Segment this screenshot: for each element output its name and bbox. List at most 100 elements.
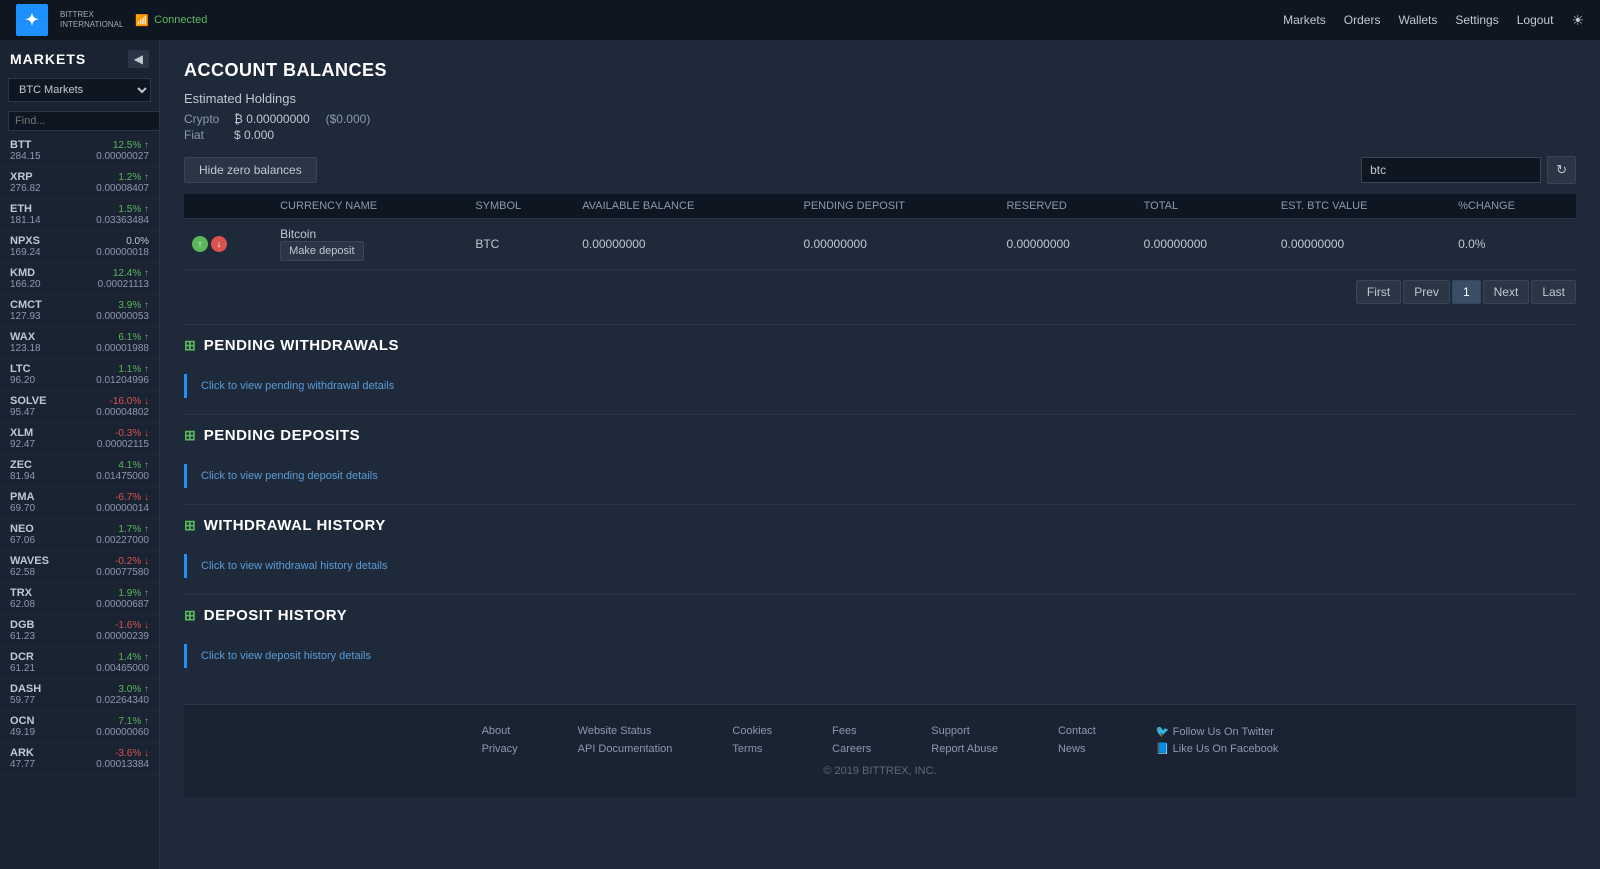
top-navigation: ✦ BITTREX INTERNATIONAL 📶 Connected Mark… (0, 0, 1600, 40)
col-est-btc-value: EST. BTC VALUE (1273, 194, 1450, 219)
hide-zero-button[interactable]: Hide zero balances (184, 157, 317, 183)
withdrawal-history-hint[interactable]: Click to view withdrawal history details (184, 554, 1576, 578)
coin-change: 1.4% ↑ (118, 652, 149, 663)
coin-list-item[interactable]: ETH 1.5% ↑ 181.14 0.03363484 (0, 199, 159, 231)
footer-website-status[interactable]: Website Status (578, 725, 673, 737)
crypto-label: Crypto (184, 112, 224, 126)
first-page-button[interactable]: First (1356, 280, 1401, 304)
crypto-holdings-row: Crypto ₿ 0.00000000 ($0.000) (184, 112, 1576, 126)
coin-volume: 0.00000027 (96, 151, 149, 162)
nav-orders[interactable]: Orders (1344, 13, 1381, 27)
coin-list-item[interactable]: DASH 3.0% ↑ 59.77 0.02264340 (0, 679, 159, 711)
last-page-button[interactable]: Last (1531, 280, 1576, 304)
coin-name: WAX (10, 331, 35, 343)
prev-page-button[interactable]: Prev (1403, 280, 1450, 304)
sidebar-collapse-button[interactable]: ◀ (128, 50, 149, 68)
coin-list: BTT 12.5% ↑ 284.15 0.00000027 XRP 1.2% ↑… (0, 135, 159, 869)
cell-available: 0.00000000 (574, 219, 795, 270)
pending-deposits-header[interactable]: ⊞ PENDING DEPOSITS (184, 415, 1576, 456)
sidebar: MARKETS ◀ BTC Markets ETH Markets USDT M… (0, 40, 160, 869)
coin-name: DASH (10, 683, 41, 695)
coin-list-item[interactable]: OCN 7.1% ↑ 49.19 0.00000060 (0, 711, 159, 743)
footer-links: About Privacy Website Status API Documen… (184, 725, 1576, 755)
coin-list-item[interactable]: LTC 1.1% ↑ 96.20 0.01204996 (0, 359, 159, 391)
footer-cookies[interactable]: Cookies (732, 725, 772, 737)
coin-change: 3.0% ↑ (118, 684, 149, 695)
main-layout: MARKETS ◀ BTC Markets ETH Markets USDT M… (0, 40, 1600, 869)
pending-withdrawals-hint[interactable]: Click to view pending withdrawal details (184, 374, 1576, 398)
col-total: TOTAL (1136, 194, 1273, 219)
page-footer: About Privacy Website Status API Documen… (184, 704, 1576, 797)
account-balances-title: ACCOUNT BALANCES (184, 60, 1576, 81)
coin-list-item[interactable]: NEO 1.7% ↑ 67.06 0.00227000 (0, 519, 159, 551)
footer-fees[interactable]: Fees (832, 725, 871, 737)
coin-list-item[interactable]: KMD 12.4% ↑ 166.20 0.00021113 (0, 263, 159, 295)
coin-list-item[interactable]: ZEC 4.1% ↑ 81.94 0.01475000 (0, 455, 159, 487)
footer-facebook[interactable]: Like Us On Facebook (1156, 742, 1279, 755)
col-pending-deposit: PENDING DEPOSIT (796, 194, 999, 219)
balances-table-header: CURRENCY NAME SYMBOL AVAILABLE BALANCE P… (184, 194, 1576, 219)
footer-api-docs[interactable]: API Documentation (578, 743, 673, 755)
balance-search-input[interactable] (1361, 157, 1541, 183)
withdrawal-history-header[interactable]: ⊞ WITHDRAWAL HISTORY (184, 505, 1576, 546)
refresh-button[interactable]: ↻ (1547, 156, 1576, 184)
nav-markets[interactable]: Markets (1283, 13, 1326, 27)
market-search-input[interactable] (8, 111, 160, 131)
market-select[interactable]: BTC Markets ETH Markets USDT Markets (8, 78, 151, 102)
footer-contact[interactable]: Contact (1058, 725, 1096, 737)
account-balances-section: ACCOUNT BALANCES Estimated Holdings Cryp… (184, 60, 1576, 304)
pending-withdrawals-header[interactable]: ⊞ PENDING WITHDRAWALS (184, 325, 1576, 366)
sidebar-header: MARKETS ◀ (0, 40, 159, 74)
coin-name: CMCT (10, 299, 42, 311)
coin-list-item[interactable]: SOLVE -16.0% ↓ 95.47 0.00004802 (0, 391, 159, 423)
nav-settings[interactable]: Settings (1455, 13, 1498, 27)
current-page-button[interactable]: 1 (1452, 280, 1481, 304)
footer-report-abuse[interactable]: Report Abuse (931, 743, 998, 755)
footer-about[interactable]: About (482, 725, 518, 737)
coin-price: 276.82 (10, 183, 41, 194)
withdraw-icon[interactable]: ↓ (211, 236, 227, 252)
footer-col-3: Cookies Terms (732, 725, 772, 755)
deposit-icon[interactable]: ↑ (192, 236, 208, 252)
coin-price: 96.20 (10, 375, 35, 386)
next-page-button[interactable]: Next (1483, 280, 1530, 304)
cell-est-btc: 0.00000000 (1273, 219, 1450, 270)
coin-name: TRX (10, 587, 32, 599)
footer-privacy[interactable]: Privacy (482, 743, 518, 755)
theme-icon[interactable]: ☀ (1571, 12, 1584, 29)
deposit-history-hint[interactable]: Click to view deposit history details (184, 644, 1576, 668)
coin-list-item[interactable]: NPXS 0.0% 169.24 0.00000018 (0, 231, 159, 263)
pending-deposits-section: ⊞ PENDING DEPOSITS Click to view pending… (184, 414, 1576, 504)
coin-list-item[interactable]: DCR 1.4% ↑ 61.21 0.00465000 (0, 647, 159, 679)
footer-twitter[interactable]: Follow Us On Twitter (1156, 725, 1279, 738)
make-deposit-button[interactable]: Make deposit (280, 241, 363, 261)
footer-support[interactable]: Support (931, 725, 998, 737)
footer-terms[interactable]: Terms (732, 743, 772, 755)
coin-list-item[interactable]: TRX 1.9% ↑ 62.08 0.00000687 (0, 583, 159, 615)
coin-price: 67.06 (10, 535, 35, 546)
coin-volume: 0.03363484 (96, 215, 149, 226)
nav-wallets[interactable]: Wallets (1398, 13, 1437, 27)
market-select-wrapper: BTC Markets ETH Markets USDT Markets (8, 78, 151, 102)
coin-name: ARK (10, 747, 34, 759)
coin-list-item[interactable]: XLM -0.3% ↓ 92.47 0.00002115 (0, 423, 159, 455)
coin-list-item[interactable]: WAVES -0.2% ↓ 62.58 0.00077580 (0, 551, 159, 583)
deposit-history-header[interactable]: ⊞ DEPOSIT HISTORY (184, 595, 1576, 636)
coin-list-item[interactable]: PMA -6.7% ↓ 69.70 0.00000014 (0, 487, 159, 519)
filter-row: Hide zero balances ↻ (184, 156, 1576, 184)
balance-search-row: ↻ (1361, 156, 1576, 184)
coin-list-item[interactable]: BTT 12.5% ↑ 284.15 0.00000027 (0, 135, 159, 167)
footer-news[interactable]: News (1058, 743, 1096, 755)
footer-careers[interactable]: Careers (832, 743, 871, 755)
coin-list-item[interactable]: XRP 1.2% ↑ 276.82 0.00008407 (0, 167, 159, 199)
row-icons: ↑ ↓ (184, 219, 272, 270)
coin-list-item[interactable]: CMCT 3.9% ↑ 127.93 0.00000053 (0, 295, 159, 327)
coin-list-item[interactable]: ARK -3.6% ↓ 47.77 0.00013384 (0, 743, 159, 775)
coin-change: 1.5% ↑ (118, 204, 149, 215)
nav-logout[interactable]: Logout (1517, 13, 1554, 27)
pending-deposits-hint[interactable]: Click to view pending deposit details (184, 464, 1576, 488)
coin-volume: 0.00000687 (96, 599, 149, 610)
coin-change: 7.1% ↑ (118, 716, 149, 727)
coin-list-item[interactable]: DGB -1.6% ↓ 61.23 0.00000239 (0, 615, 159, 647)
coin-list-item[interactable]: WAX 6.1% ↑ 123.18 0.00001988 (0, 327, 159, 359)
